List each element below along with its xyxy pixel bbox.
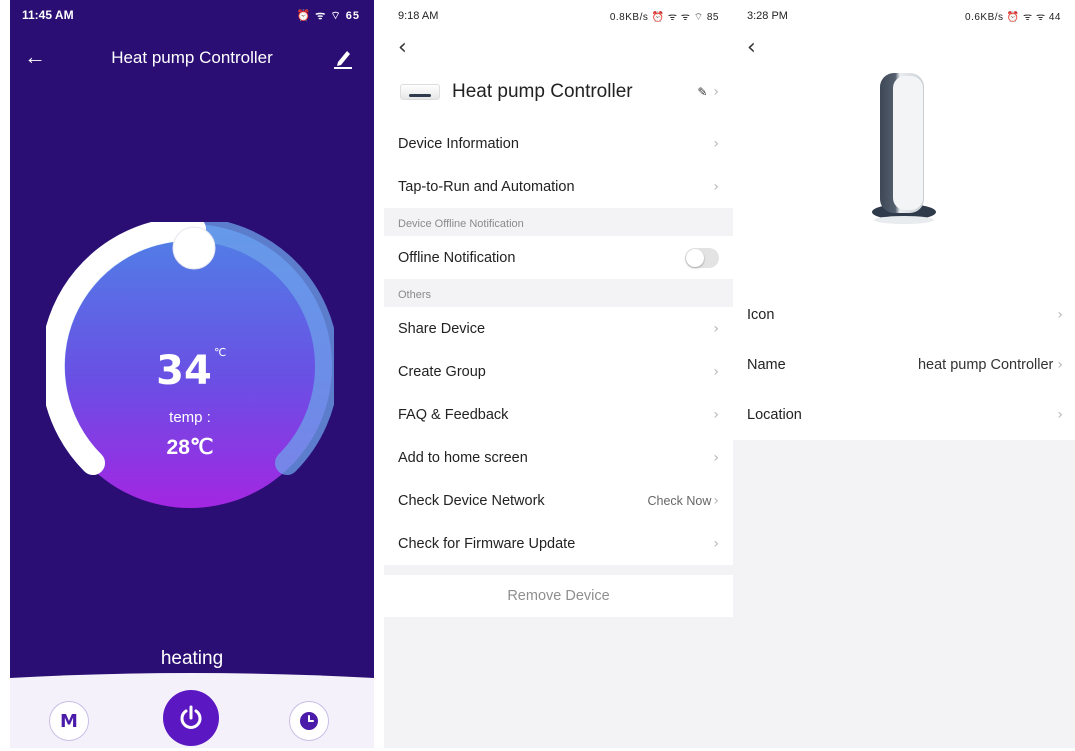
- page-title: Heat pump Controller: [111, 48, 273, 67]
- row-label: Check for Firmware Update: [398, 535, 576, 552]
- device-settings-screen: 9:18 AM 0.8KB/s ⏰ ᯤ ᯤ ⌔ 85 ‹ Heat pump C…: [384, 0, 733, 748]
- device-information-row[interactable]: Device Information ›: [384, 122, 733, 165]
- temperature-dial[interactable]: 34 ℃ temp : 28℃: [40, 216, 339, 510]
- chevron-right-icon: ›: [1057, 357, 1063, 373]
- chevron-right-icon: ›: [713, 320, 719, 337]
- back-chevron-icon[interactable]: ‹: [733, 32, 1075, 68]
- row-label: FAQ & Feedback: [398, 406, 509, 423]
- status-time: 9:18 AM: [398, 10, 439, 22]
- controller-screen: 11:45 AM ⏰ ᯤ ⌔ 65 ← Heat pump Controller…: [10, 0, 374, 748]
- device-name: Heat pump Controller: [452, 81, 633, 102]
- edit-pencil-icon[interactable]: [332, 46, 354, 70]
- chevron-right-icon: ›: [713, 406, 719, 423]
- status-bar: 3:28 PM 0.6KB/s ⏰ ᯤ ᯤ 44: [733, 0, 1075, 32]
- row-label: Location: [747, 407, 802, 423]
- heating-status: heating: [160, 648, 224, 669]
- status-icons: ⏰ ᯤ ⌔ 65: [296, 9, 360, 22]
- chevron-right-icon: ›: [713, 449, 719, 466]
- unit-label: ℃: [214, 346, 226, 359]
- clock-icon: [300, 712, 318, 730]
- power-icon: [180, 705, 202, 729]
- firmware-update-row[interactable]: Check for Firmware Update ›: [384, 522, 733, 565]
- timer-button[interactable]: [289, 701, 329, 741]
- back-chevron-icon[interactable]: ‹: [384, 32, 733, 68]
- top-bar: ← Heat pump Controller: [10, 42, 374, 76]
- status-time: 3:28 PM: [747, 10, 788, 22]
- add-to-home-row[interactable]: Add to home screen ›: [384, 436, 733, 479]
- row-label: Check Device Network: [398, 492, 545, 509]
- current-temperature: 28℃: [167, 436, 214, 459]
- row-label: Tap-to-Run and Automation: [398, 178, 575, 195]
- section-header-others: Others: [398, 289, 432, 301]
- chevron-right-icon: ›: [713, 178, 719, 195]
- row-label: Name: [747, 357, 786, 373]
- chevron-right-icon: ›: [1057, 407, 1063, 423]
- device-thumbnail: [400, 84, 440, 100]
- temp-label: temp :: [169, 409, 211, 426]
- heat-pump-device-icon: [872, 73, 936, 224]
- row-label: Device Information: [398, 135, 519, 152]
- name-row[interactable]: Name heat pump Controller ›: [733, 340, 1075, 390]
- device-image-area: [733, 68, 1075, 290]
- chevron-right-icon: ›: [713, 84, 719, 100]
- row-label: Create Group: [398, 363, 486, 380]
- row-label: Share Device: [398, 320, 486, 337]
- device-header[interactable]: Heat pump Controller ✎ ›: [384, 68, 733, 116]
- row-label: Add to home screen: [398, 449, 528, 466]
- status-time: 11:45 AM: [22, 8, 74, 22]
- location-row[interactable]: Location ›: [733, 390, 1075, 440]
- check-network-row[interactable]: Check Device Network Check Now ›: [384, 479, 733, 522]
- chevron-right-icon: ›: [713, 363, 719, 380]
- share-device-row[interactable]: Share Device ›: [384, 307, 733, 350]
- edit-pencil-icon: ✎: [697, 85, 708, 99]
- create-group-row[interactable]: Create Group ›: [384, 350, 733, 393]
- icon-row[interactable]: Icon ›: [733, 290, 1075, 340]
- status-bar: 11:45 AM ⏰ ᯤ ⌔ 65: [10, 0, 374, 30]
- offline-notification-toggle[interactable]: [685, 247, 719, 268]
- chevron-right-icon: ›: [1057, 307, 1063, 323]
- chevron-right-icon: ›: [713, 492, 719, 509]
- chevron-right-icon: ›: [713, 135, 719, 152]
- device-name-value: heat pump Controller: [917, 357, 1054, 373]
- set-temperature: 34: [156, 348, 212, 394]
- row-label: Icon: [747, 307, 775, 323]
- status-icons: 0.6KB/s ⏰ ᯤ ᯤ 44: [965, 12, 1061, 23]
- status-icons: 0.8KB/s ⏰ ᯤ ᯤ ⌔ 85: [609, 11, 719, 23]
- device-edit-screen: 3:28 PM 0.6KB/s ⏰ ᯤ ᯤ 44 ‹ Icon › Name h…: [733, 0, 1075, 748]
- offline-notification-row: Offline Notification: [384, 236, 733, 279]
- chevron-right-icon: ›: [713, 535, 719, 552]
- remove-device-button[interactable]: Remove Device: [384, 575, 733, 617]
- status-bar: 9:18 AM 0.8KB/s ⏰ ᯤ ᯤ ⌔ 85: [384, 0, 733, 32]
- row-label: Offline Notification: [398, 249, 516, 266]
- faq-feedback-row[interactable]: FAQ & Feedback ›: [384, 393, 733, 436]
- mode-button[interactable]: M: [49, 701, 89, 741]
- tap-to-run-row[interactable]: Tap-to-Run and Automation ›: [384, 165, 733, 208]
- section-header-offline: Device Offline Notification: [398, 218, 524, 230]
- power-button[interactable]: [163, 690, 219, 746]
- check-now-link[interactable]: Check Now: [647, 494, 711, 508]
